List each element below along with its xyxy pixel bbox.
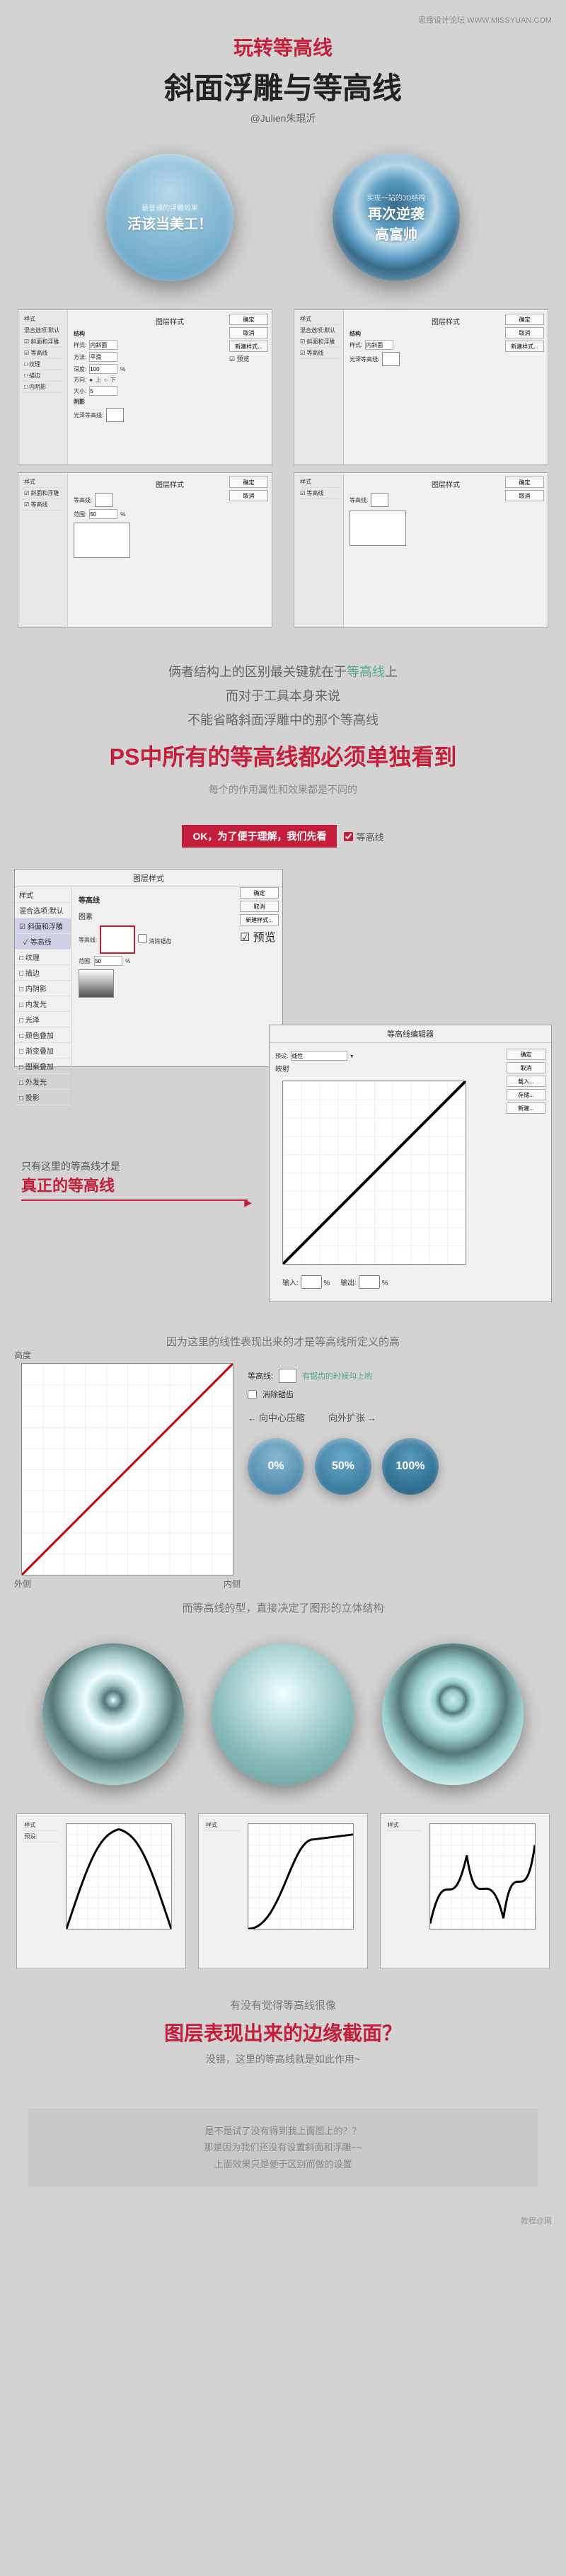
contour-checkbox[interactable]: 等高线 (344, 830, 383, 843)
contour-thumb[interactable] (100, 925, 135, 954)
render-torus (42, 1643, 184, 1785)
curve-panel-3: 样式 (380, 1813, 550, 1969)
pct-100: 100% (382, 1438, 439, 1495)
curve-panel-2: 样式 (198, 1813, 368, 1969)
final-text: 有没有觉得等高线很像 图层表现出来的边缘截面？ 没错，这里的等高线就是如此作用~ (0, 1976, 566, 2087)
ps-panel-contour-right: 样式 ☑ 等高线 图层样式 等高线: 确定 取消 (294, 472, 548, 628)
layer-style-panels: 样式混合选项:默认☑ 斜面和浮雕 ☑ 等高线 □ 纹理□ 描边□ 内阴影 图层样… (0, 302, 566, 635)
example-button-ring: 实现一站的3D结构 再次逆袭 高富帅 (333, 154, 460, 281)
panel-sidebar: 样式混合选项:默认☑ 斜面和浮雕 ☑ 等高线 □ 纹理□ 描边□ 内阴影 (18, 310, 68, 465)
footnote-box: 是不是试了没有得到我上面图上的？？ 那是因为我们还没有设置斜面和浮雕~~ 上面效… (28, 2109, 538, 2187)
explanation-text-1: 俩者结构上的区别最关键就在于等高线上 而对于工具本身来说 不能省略斜面浮雕中的那… (0, 635, 566, 818)
ps-panel-bevel-right: 样式混合选项:默认☑ 斜面和浮雕 ☑ 等高线 图层样式 结构 样式: 光泽等高线… (294, 309, 548, 465)
note-2: 而等高线的型，直接决定了图形的立体结构 (0, 1583, 566, 1622)
contour-curves-row: 样式预设: 样式 样式 (0, 1806, 566, 1976)
contour-editor-section: 图层样式 样式 混合选项:默认 ☑ 斜面和浮雕 ✓ 等高线 □ 纹理 □ 描边 … (0, 855, 566, 1316)
3d-renders (0, 1622, 566, 1806)
ps-panel-bevel-left: 样式混合选项:默认☑ 斜面和浮雕 ☑ 等高线 □ 纹理□ 描边□ 内阴影 图层样… (18, 309, 272, 465)
cancel-button[interactable]: 取消 (229, 327, 268, 338)
contour-curve-canvas[interactable] (282, 1081, 466, 1265)
example-button-flat: 最普通的浮雕效果 活该当美工！ (106, 154, 233, 281)
ok-banner: OK，为了便于理解，我们先看 等高线 (0, 818, 566, 855)
render-rings (382, 1643, 524, 1785)
new-style-button[interactable]: 新建样式... (229, 341, 268, 352)
watermark: 教程@网 (0, 2208, 566, 2233)
pct-0: 0% (248, 1438, 304, 1495)
height-graph (21, 1363, 233, 1575)
preview-gradient (79, 969, 114, 998)
pct-50: 50% (315, 1438, 371, 1495)
render-dome (212, 1643, 354, 1785)
kicker: 玩转等高线 (0, 33, 566, 61)
author: @Julien朱琨沂 (0, 111, 566, 125)
curve-panel-1: 样式预设: (16, 1813, 186, 1969)
ps-panel-contour-left: 样式☑ 斜面和浮雕 ☑ 等高线 图层样式 等高线: 范围:% 确定 取消 (18, 472, 272, 628)
real-contour-label: 只有这里的等高线才是 真正的等高线 ▶ (21, 1159, 248, 1201)
ok-button[interactable]: 确定 (229, 314, 268, 325)
main-title: 斜面浮雕与等高线 (0, 64, 566, 108)
header: 思缘设计论坛 WWW.MISSYUAN.COM 玩转等高线 斜面浮雕与等高线 @… (0, 0, 566, 132)
height-graph-section: 高度 外侧 内侧 等高线: 有锯齿的时候勾上哟 消除锯齿 向中心压缩 向外扩张 … (0, 1356, 566, 1583)
layer-style-dialog: 图层样式 样式 混合选项:默认 ☑ 斜面和浮雕 ✓ 等高线 □ 纹理 □ 描边 … (14, 869, 283, 1067)
percent-buttons: 0% 50% 100% (248, 1438, 545, 1495)
example-buttons-row: 最普通的浮雕效果 活该当美工！ 实现一站的3D结构 再次逆袭 高富帅 (0, 132, 566, 302)
note-1: 因为这里的线性表现出来的才是等高线所定义的高 (0, 1316, 566, 1356)
brand-text: 思缘设计论坛 WWW.MISSYUAN.COM (0, 14, 566, 25)
contour-editor-dialog: 等高线编辑器 预设: ▾ 映射 输入: % 输出: % 确定 取消 (269, 1025, 552, 1302)
